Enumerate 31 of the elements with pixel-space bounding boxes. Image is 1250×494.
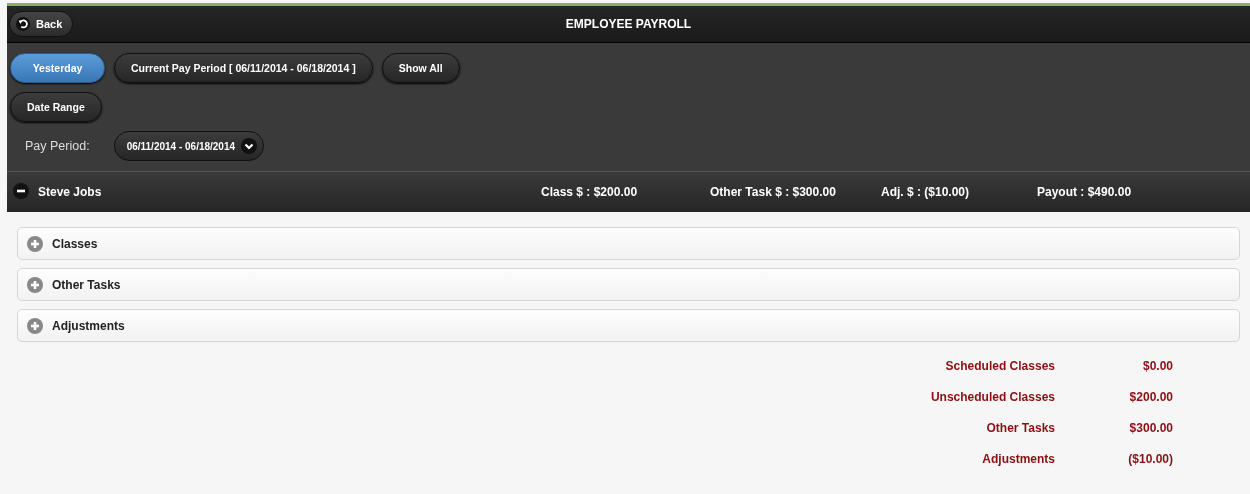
summary-value: ($10.00) [1127, 452, 1173, 466]
summary-label: Adjustments [981, 452, 1055, 466]
summary-value: $200.00 [1128, 390, 1173, 404]
summary-label: Unscheduled Classes [929, 390, 1055, 404]
collapsible-section[interactable]: Other Tasks [17, 268, 1240, 301]
minus-icon [13, 182, 29, 199]
employee-stat: Payout : $490.00 [1037, 185, 1132, 199]
employee-stat: Class $ : $200.00 [541, 185, 638, 199]
back-button[interactable]: Back [9, 11, 74, 37]
employee-name: Steve Jobs [38, 185, 102, 199]
pay-period-select[interactable]: 06/11/2014 - 06/18/2014 [113, 131, 265, 161]
chevron-down-icon [241, 138, 258, 154]
summary-label: Other Tasks [985, 421, 1055, 435]
page-title: EMPLOYEE PAYROLL [565, 17, 692, 31]
employee-stat: Other Task $ : $300.00 [710, 185, 836, 199]
plus-icon [27, 276, 43, 293]
summary-value: $300.00 [1128, 421, 1173, 435]
collapsible-section[interactable]: Adjustments [17, 309, 1240, 342]
plus-icon [27, 317, 43, 334]
collapsible-section[interactable]: Classes [17, 227, 1240, 260]
summary-value: $0.00 [1141, 359, 1173, 373]
pay-period-label: Pay Period: [25, 139, 90, 153]
filter-button[interactable]: Date Range [10, 92, 102, 122]
filter-button[interactable]: Show All [381, 53, 460, 83]
employee-bar[interactable]: Steve Jobs Class $ : $200.00 Other Task $ : $300.00 Adj. $ : ($10.00) Payout : $490.00 [7, 171, 1250, 212]
back-icon [16, 17, 30, 31]
filter-button[interactable]: Yesterday [10, 53, 105, 83]
plus-icon [27, 235, 43, 252]
filter-button[interactable]: Current Pay Period [ 06/11/2014 - 06/18/2014 ] [114, 53, 373, 83]
summary-label: Scheduled Classes [944, 359, 1055, 373]
employee-stat: Adj. $ : ($10.00) [881, 185, 970, 199]
